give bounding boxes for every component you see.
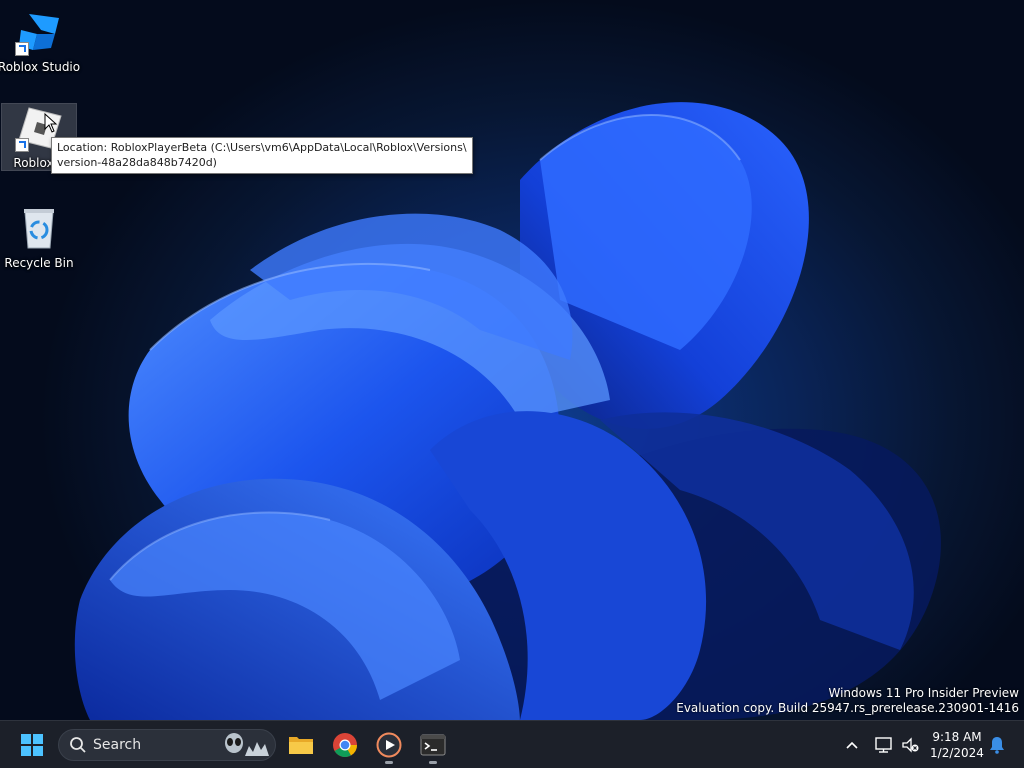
taskbar: Search 9:18 AM 1/2/2024 (0, 720, 1024, 768)
clock-time: 9:18 AM (932, 730, 982, 744)
taskbar-file-explorer[interactable] (281, 725, 321, 765)
notifications-button[interactable] (986, 721, 1008, 768)
mouse-cursor-icon (44, 113, 58, 133)
show-hidden-icons-button[interactable] (840, 721, 864, 768)
running-indicator (429, 761, 437, 764)
desktop-icon-label: Recycle Bin (4, 256, 74, 270)
taskbar-clock[interactable]: 9:18 AM 1/2/2024 (926, 729, 988, 761)
chrome-icon (333, 733, 357, 758)
tooltip-line-2: version-48a28da848b7420d) (57, 156, 217, 169)
taskbar-media-player[interactable] (369, 725, 409, 765)
volume-muted-icon (902, 737, 919, 753)
search-highlight-alien-icon (225, 733, 269, 756)
media-player-icon (376, 732, 402, 758)
chevron-up-icon (846, 741, 858, 749)
bloom-wallpaper-art (74, 102, 941, 720)
watermark-build: Evaluation copy. Build 25947.rs_prerelea… (676, 701, 1019, 715)
taskbar-terminal[interactable] (413, 725, 453, 765)
taskbar-chrome[interactable] (325, 725, 365, 765)
tooltip-line-1: Location: RobloxPlayerBeta (C:\Users\vm6… (57, 141, 467, 154)
watermark-edition: Windows 11 Pro Insider Preview (828, 686, 1019, 700)
search-icon (70, 737, 86, 753)
desktop-icon-label: Roblox Studio (0, 60, 81, 74)
file-explorer-icon (289, 737, 313, 754)
terminal-icon (420, 734, 446, 756)
start-icon (21, 734, 43, 756)
roblox-studio-icon (15, 8, 63, 56)
desktop-icon-recycle-bin[interactable]: Recycle Bin (2, 204, 76, 270)
icon-location-tooltip: Location: RobloxPlayerBeta (C:\Users\vm6… (51, 137, 473, 174)
network-icon (875, 737, 892, 753)
clock-date: 1/2/2024 (930, 746, 984, 760)
shortcut-arrow-icon (15, 138, 29, 152)
evaluation-watermark: Windows 11 Pro Insider Preview Evaluatio… (676, 686, 1019, 716)
network-button[interactable] (870, 721, 898, 768)
notification-bell-icon (990, 737, 1004, 754)
search-placeholder: Search (93, 737, 142, 753)
running-indicator (385, 761, 393, 764)
volume-button[interactable] (898, 721, 922, 768)
taskbar-search-box[interactable]: Search (58, 729, 276, 761)
start-button[interactable] (12, 725, 52, 765)
desktop-wallpaper (0, 0, 1024, 720)
desktop-icon-roblox-studio[interactable]: Roblox Studio (0, 8, 80, 74)
recycle-bin-icon (15, 204, 63, 252)
shortcut-arrow-icon (15, 42, 29, 56)
